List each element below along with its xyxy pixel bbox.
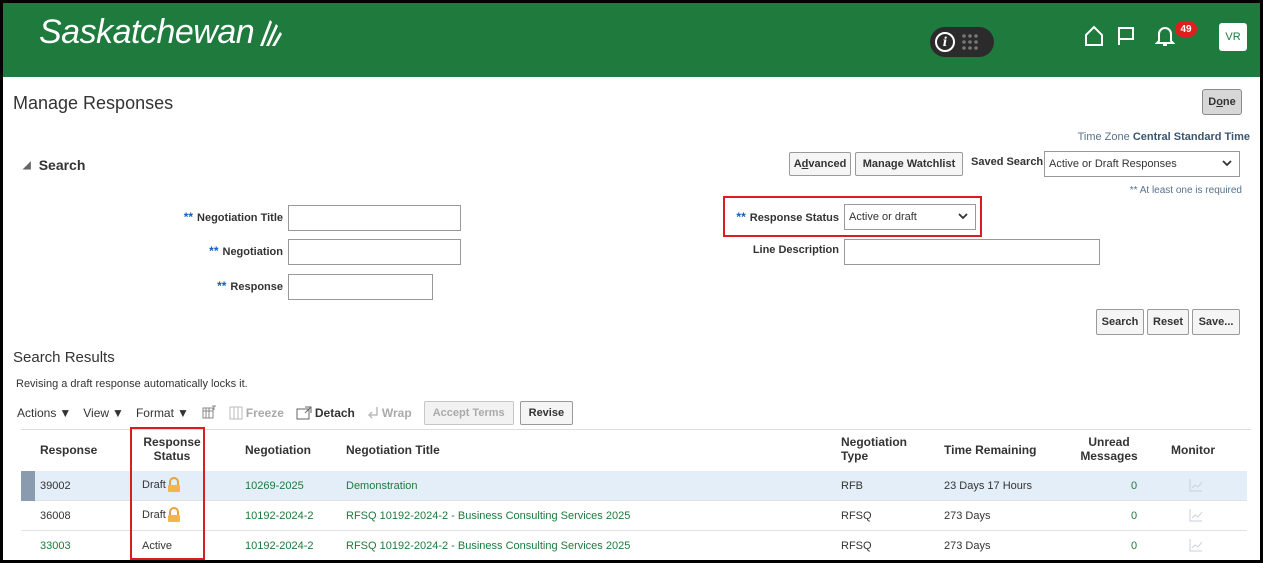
wrap-button[interactable]: Wrap [367,406,412,420]
monitor-chart-icon[interactable] [1189,538,1203,552]
negotiation-title-link[interactable]: Demonstration [346,480,418,492]
time-remaining: 23 Days 17 Hours [944,480,1033,492]
logo-text: Saskatchewan [39,13,255,51]
negotiation-link[interactable]: 10192-2024-2 [245,540,314,552]
query-by-example-icon [202,405,216,419]
response-label: ** Response [217,279,283,293]
notification-badge: 49 [1175,21,1197,37]
negotiation-title-input[interactable] [288,205,461,231]
search-results-heading: Search Results [13,349,115,366]
line-description-label: Line Description [752,244,839,256]
column-header-monitor[interactable]: Monitor [1171,443,1215,457]
apps-grid-icon[interactable] [961,33,979,51]
response-number: 36008 [40,510,71,522]
negotiation-type: RFSQ [841,540,872,552]
chevron-down-icon [1222,160,1232,167]
page-title: Manage Responses [13,93,174,113]
required-note: ** At least one is required [1129,185,1242,196]
required-marker: ** [183,210,194,224]
response-link[interactable]: 33003 [40,540,71,552]
save-search-button[interactable]: Save... [1192,309,1240,335]
saved-search-label: Saved Search [971,156,1044,168]
time-remaining: 273 Days [944,510,991,522]
saved-search-value: Active or Draft Responses [1049,158,1177,170]
negotiation-link[interactable]: 10269-2025 [245,480,304,492]
view-menu[interactable]: View ▼ [83,406,124,420]
wrap-icon [367,407,378,419]
status-column-highlight [130,427,205,560]
flag-icon[interactable] [1116,25,1136,47]
negotiation-title-link[interactable]: RFSQ 10192-2024-2 - Business Consulting … [346,540,630,552]
revise-hint: Revising a draft response automatically … [16,378,248,390]
time-zone-value: Central Standard Time [1132,131,1250,143]
accept-terms-button[interactable]: Accept Terms [423,401,514,425]
saved-search-select[interactable]: Active or Draft Responses [1044,151,1240,177]
reset-button[interactable]: Reset [1147,309,1189,335]
column-header-time-remaining[interactable]: Time Remaining [944,443,1036,457]
negotiation-type: RFSQ [841,510,872,522]
results-toolbar: Actions ▼ View ▼ Format ▼ Freeze Detach Wra… [17,401,579,425]
negotiation-title-link[interactable]: RFSQ 10192-2024-2 - Business Consulting … [346,510,630,522]
app-frame: Saskatchewan i 49 VR Manage Responses D … [3,3,1260,560]
done-button[interactable]: Do ne [1202,89,1242,115]
bell-icon[interactable] [1155,25,1175,47]
line-description-input[interactable] [844,239,1100,265]
time-zone: Time Zone Central Standard Time [1078,131,1250,143]
logo-wheat-icon [260,20,283,46]
dropdown-arrow-icon: ▼ [59,406,72,420]
column-header-unread-messages[interactable]: Unread Messages [1079,435,1139,463]
negotiation-type: RFB [841,480,863,492]
response-number: 39002 [40,480,71,492]
negotiation-title-label: ** Negotiation Title [183,210,283,224]
search-heading: Search [38,157,86,173]
advanced-button[interactable]: Ad vanced [789,152,851,176]
unread-messages-link[interactable]: 0 [1131,480,1137,492]
top-header: Saskatchewan i 49 VR [3,3,1260,77]
dropdown-arrow-icon: ▼ [176,406,189,420]
column-header-negotiation-type[interactable]: Negotiation Type [841,435,907,463]
unread-messages-link[interactable]: 0 [1131,540,1137,552]
time-zone-label: Time Zone [1077,131,1130,143]
required-marker: ** [209,244,219,258]
row-selected-indicator [21,471,35,501]
unread-messages-link[interactable]: 0 [1131,510,1137,522]
response-input[interactable] [288,274,433,300]
search-section-header[interactable]: ◢ Search [23,157,85,173]
monitor-chart-icon[interactable] [1189,508,1203,522]
negotiation-input[interactable] [288,239,461,265]
negotiation-link[interactable]: 10192-2024-2 [245,510,314,522]
monitor-chart-icon[interactable] [1189,478,1203,492]
search-button[interactable]: Search [1096,309,1144,335]
user-avatar[interactable]: VR [1219,23,1247,51]
query-by-example-button[interactable] [201,405,217,421]
format-menu[interactable]: Format ▼ [136,406,189,420]
revise-button[interactable]: Revise [519,401,574,425]
column-header-negotiation-title[interactable]: Negotiation Title [346,443,440,457]
detach-icon [296,406,312,420]
home-icon[interactable] [1084,25,1104,47]
info-icon[interactable]: i [935,32,955,52]
time-remaining: 273 Days [944,540,991,552]
response-status-highlight [723,196,982,237]
saskatchewan-logo[interactable]: Saskatchewan [39,13,283,52]
manage-watchlist-button[interactable]: Manage Watchlist [855,152,963,176]
required-marker: ** [217,279,227,293]
dropdown-arrow-icon: ▼ [112,406,124,420]
info-apps-pill[interactable]: i [930,27,994,57]
column-header-response[interactable]: Response [40,443,97,457]
actions-menu[interactable]: Actions ▼ [17,406,71,420]
negotiation-label: ** Negotiation [209,244,283,258]
freeze-button[interactable]: Freeze [229,406,284,420]
collapse-triangle-icon[interactable]: ◢ [23,160,31,171]
column-header-negotiation[interactable]: Negotiation [245,443,311,457]
detach-button[interactable]: Detach [296,406,355,420]
table-divider [21,429,1251,430]
freeze-icon [229,406,243,420]
